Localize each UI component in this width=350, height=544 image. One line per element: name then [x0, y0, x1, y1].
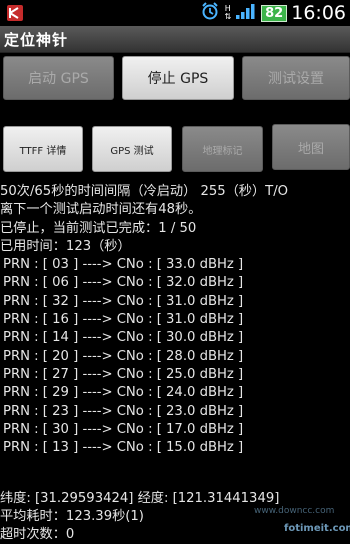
test-log: 50次/65秒的时间间隔（冷启动） 255（秒）T/O 离下一个测试启动时间还有… [0, 183, 350, 457]
satellite-line: PRN : [ 30 ] ----> CNo : [ 17.0 dBHz ] [3, 421, 244, 437]
satellite-line: PRN : [ 03 ] ----> CNo : [ 33.0 dBHz ] [3, 257, 244, 273]
satellite-line: PRN : [ 06 ] ----> CNo : [ 32.0 dBHz ] [3, 275, 244, 291]
satellite-line: PRN : [ 13 ] ----> CNo : [ 15.0 dBHz ] [3, 440, 244, 456]
satellite-line: PRN : [ 16 ] ----> CNo : [ 31.0 dBHz ] [3, 312, 244, 328]
satellite-line: PRN : [ 29 ] ----> CNo : [ 24.0 dBHz ] [3, 385, 244, 401]
gps-test-button[interactable]: GPS 测试 [92, 126, 172, 172]
satellite-line: PRN : [ 14 ] ----> CNo : [ 30.0 dBHz ] [3, 330, 244, 346]
ttff-detail-button[interactable]: TTFF 详情 [3, 126, 83, 172]
watermark-text: fotimeit.com [284, 523, 350, 534]
battery-icon: 82 [261, 4, 288, 22]
status-clock: 16:06 [291, 2, 346, 24]
title-bar: 定位神针 [0, 26, 350, 53]
satellite-line: PRN : [ 27 ] ----> CNo : [ 25.0 dBHz ] [3, 366, 244, 382]
satellite-line: PRN : [ 20 ] ----> CNo : [ 28.0 dBHz ] [3, 348, 244, 364]
test-progress-line: 已停止，当前测试已完成：1 / 50 [0, 220, 197, 236]
status-bar: H ⇅ 82 16:06 [0, 0, 350, 26]
app-notification-icon [6, 4, 24, 22]
alarm-icon [200, 1, 220, 25]
satellite-line: PRN : [ 23 ] ----> CNo : [ 23.0 dBHz ] [3, 403, 244, 419]
test-settings-button[interactable]: 测试设置 [242, 56, 350, 100]
map-button[interactable]: 地图 [272, 124, 350, 170]
elapsed-time-line: 已用时间：123（秒） [0, 238, 131, 254]
test-config-line: 50次/65秒的时间间隔（冷启动） 255（秒）T/O [0, 184, 289, 199]
geo-tag-button[interactable]: 地理标记 [182, 126, 263, 172]
app-title: 定位神针 [4, 31, 69, 49]
watermark-url: www.downcc.com [254, 506, 335, 516]
start-gps-button[interactable]: 启动 GPS [3, 56, 114, 100]
result-summary: 纬度: [31.29593424] 经度: [121.31441349] 平均耗… [0, 490, 350, 544]
network-type-icon: H ⇅ [224, 4, 232, 21]
next-test-countdown: 离下一个测试启动时间还有48秒。 [0, 202, 202, 218]
signal-strength-icon [235, 2, 257, 24]
satellite-line: PRN : [ 32 ] ----> CNo : [ 31.0 dBHz ] [3, 293, 244, 309]
stop-gps-button[interactable]: 停止 GPS [122, 56, 234, 100]
